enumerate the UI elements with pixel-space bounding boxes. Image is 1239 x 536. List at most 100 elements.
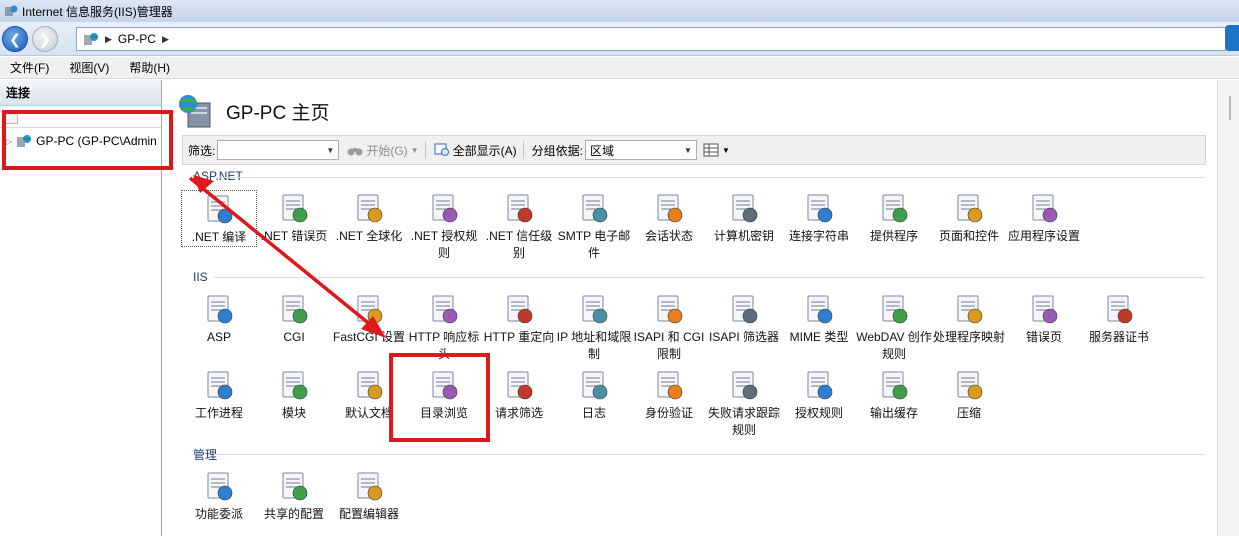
feature-net-compile[interactable]: .NET 编译 (181, 190, 257, 247)
feature-config-editor[interactable]: 配置编辑器 (331, 468, 407, 523)
feature-label: .NET 错误页 (260, 229, 328, 243)
feature-globe[interactable]: .NET 全球化 (331, 190, 407, 245)
refresh-button[interactable] (1225, 25, 1239, 51)
feature-label: CGI (283, 330, 305, 344)
providers-icon (882, 194, 908, 223)
scroll-grip[interactable] (1229, 96, 1231, 120)
show-all-label: 全部显示(A) (452, 143, 517, 158)
view-mode-button[interactable]: ▼ (703, 143, 730, 157)
feature-webdav[interactable]: WebDAV 创作规则 (856, 291, 932, 363)
logging-icon (582, 371, 608, 400)
menu-help[interactable]: 帮助(H) (119, 59, 180, 76)
menu-file[interactable]: 文件(F) (0, 59, 59, 76)
section-divider (214, 454, 1205, 455)
group-by-select[interactable]: 区域 ▼ (584, 140, 697, 160)
feature-label: 会话状态 (644, 229, 693, 243)
feature-label: .NET 编译 (191, 230, 247, 244)
feature-app-settings[interactable]: 应用程序设置 (1006, 190, 1082, 245)
connect-button[interactable] (4, 109, 18, 124)
feature-label: 提供程序 (869, 229, 918, 243)
feature-ip-restriction[interactable]: IP 地址和域限制 (556, 291, 632, 363)
feature-label: ISAPI 和 CGI 限制 (633, 330, 705, 361)
feature-smtp-email[interactable]: SMTP 电子邮件 (556, 190, 632, 262)
app-settings-icon (1032, 194, 1058, 223)
feature-output-cache[interactable]: 输出缓存 (856, 367, 932, 422)
feature-label: 共享的配置 (263, 507, 324, 521)
server-icon (84, 33, 98, 45)
breadcrumb-separator-icon[interactable]: ▶ (162, 34, 169, 45)
toolbar-divider (522, 141, 524, 159)
tree-node-label: GP-PC (GP-PC\Admin (36, 134, 157, 148)
tree-node-server[interactable]: ▷ GP-PC (GP-PC\Admin (6, 133, 157, 149)
ip-restriction-icon (582, 295, 608, 324)
feature-label: 页面和控件 (938, 229, 999, 243)
expand-icon[interactable]: ▷ (6, 137, 12, 146)
default-doc-icon (357, 371, 383, 400)
feature-label: 处理程序映射 (932, 330, 1005, 344)
feature-label: 压缩 (956, 406, 981, 420)
breadcrumb-server[interactable]: GP-PC (118, 32, 156, 46)
menu-view[interactable]: 视图(V) (59, 59, 119, 76)
feature-net-error-page[interactable]: .NET 错误页 (256, 190, 332, 245)
feature-trust-level[interactable]: .NET 信任级别 (481, 190, 557, 262)
feature-connection-string[interactable]: 连接字符串 (781, 190, 857, 245)
feature-http-headers[interactable]: HTTP 响应标头 (406, 291, 482, 363)
feature-mime-type[interactable]: MIME 类型 (781, 291, 857, 346)
feature-request-filtering[interactable]: 请求筛选 (481, 367, 557, 422)
feature-isapi-cgi[interactable]: ISAPI 和 CGI 限制 (631, 291, 707, 363)
compression-icon (957, 371, 983, 400)
feature-error-page[interactable]: 错误页 (1006, 291, 1082, 346)
vertical-scrollbar[interactable] (1217, 80, 1239, 536)
feature-providers[interactable]: 提供程序 (856, 190, 932, 245)
feature-worker-process[interactable]: 工作进程 (181, 367, 257, 422)
feature-compression[interactable]: 压缩 (931, 367, 1007, 422)
feature-default-doc[interactable]: 默认文档 (331, 367, 407, 422)
feature-label: 计算机密钥 (713, 229, 774, 243)
feature-http-redirect[interactable]: HTTP 重定向 (481, 291, 557, 346)
filter-input[interactable]: ▼ (217, 140, 340, 160)
feature-failed-request[interactable]: 失败请求跟踪规则 (706, 367, 782, 439)
feature-pages-controls[interactable]: 页面和控件 (931, 190, 1007, 245)
section-divider (214, 177, 1205, 178)
feature-handler-mapping[interactable]: 处理程序映射 (931, 291, 1007, 346)
feature-authorization-rules[interactable]: .NET 授权规则 (406, 190, 482, 262)
feature-label: 授权规则 (794, 406, 843, 420)
feature-server-cert[interactable]: 服务器证书 (1081, 291, 1157, 346)
navigation-bar: ❮ ❯ ▶ GP-PC ▶ (0, 22, 1239, 56)
connections-header: 连接 (0, 80, 161, 106)
feature-label: 请求筛选 (494, 406, 543, 420)
feature-label: .NET 信任级别 (485, 229, 553, 260)
feature-directory-browsing[interactable]: 目录浏览 (406, 367, 482, 422)
server-icon (17, 135, 32, 147)
globe-icon (357, 194, 383, 223)
feature-logging[interactable]: 日志 (556, 367, 632, 422)
section-label-iis: IIS (193, 270, 208, 284)
feature-modules[interactable]: 模块 (256, 367, 332, 422)
feature-label: FastCGI 设置 (332, 330, 405, 344)
webdav-icon (882, 295, 908, 324)
feature-session-state[interactable]: 会话状态 (631, 190, 707, 245)
feature-authentication[interactable]: 身份验证 (631, 367, 707, 422)
feature-shared-config[interactable]: 共享的配置 (256, 468, 332, 523)
forward-button[interactable]: ❯ (32, 26, 58, 52)
feature-label: 输出缓存 (869, 406, 918, 420)
config-editor-icon (357, 472, 383, 501)
net-error-page-icon (282, 194, 308, 223)
feature-machine-key[interactable]: 计算机密钥 (706, 190, 782, 245)
feature-label: 应用程序设置 (1007, 229, 1080, 243)
feature-authorization[interactable]: 授权规则 (781, 367, 857, 422)
feature-feature-delegation[interactable]: 功能委派 (181, 468, 257, 523)
feature-fastcgi[interactable]: FastCGI 设置 (331, 291, 407, 346)
feature-isapi-filter[interactable]: ISAPI 筛选器 (706, 291, 782, 346)
show-all-button[interactable]: 全部显示(A) (434, 142, 517, 159)
back-button[interactable]: ❮ (2, 26, 28, 52)
connections-pane: 连接 ▷ GP-PC (GP-PC\Admin (0, 80, 162, 536)
server-home-icon (179, 95, 211, 128)
feature-asp[interactable]: ASP (181, 291, 257, 346)
machine-key-icon (732, 194, 758, 223)
feature-cgi[interactable]: CGI (256, 291, 332, 346)
address-bar[interactable]: ▶ GP-PC ▶ (76, 27, 1226, 51)
page-header: GP-PC 主页 (178, 93, 329, 129)
start-button[interactable]: 开始(G) ▼ (347, 142, 419, 159)
feature-label: .NET 全球化 (335, 229, 403, 243)
